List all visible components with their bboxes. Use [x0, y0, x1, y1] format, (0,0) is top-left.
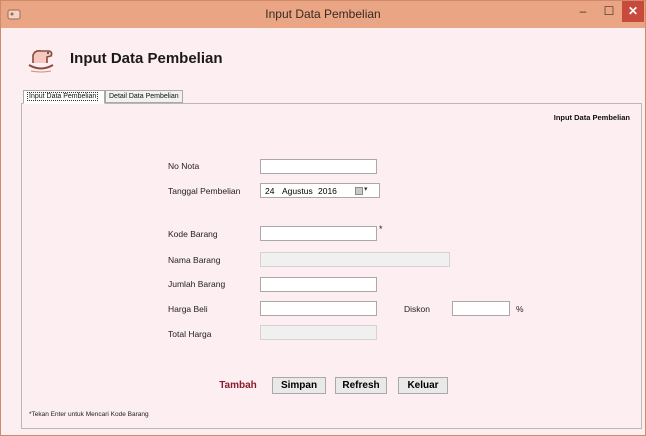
kode-barang-label: Kode Barang	[168, 229, 218, 239]
keluar-button[interactable]: Keluar	[398, 377, 448, 394]
page-title: Input Data Pembelian	[70, 50, 223, 67]
date-day: 24	[265, 186, 275, 196]
no-nota-input[interactable]	[260, 159, 377, 174]
rocking-horse-logo-icon	[23, 45, 59, 75]
simpan-button[interactable]: Simpan	[272, 377, 326, 394]
app-window: Input Data Pembelian – ☐ ✕ Input Data Pe…	[0, 0, 646, 436]
harga-beli-label: Harga Beli	[168, 304, 208, 314]
kode-barang-input[interactable]	[260, 226, 377, 241]
jumlah-barang-input[interactable]	[260, 277, 377, 292]
harga-beli-input[interactable]	[260, 301, 377, 316]
panel-title: Input Data Pembelian	[553, 113, 630, 122]
date-year: 2016	[318, 186, 337, 196]
required-mark: *	[379, 224, 383, 234]
total-harga-label: Total Harga	[168, 329, 212, 339]
tab-panel: Input Data Pembelian No Nota Tanggal Pem…	[21, 103, 642, 429]
maximize-button[interactable]: ☐	[596, 1, 622, 21]
hint-note: *Tekan Enter untuk Mencari Kode Barang	[29, 411, 149, 418]
diskon-percent-unit: %	[516, 304, 524, 314]
total-harga-field	[260, 325, 377, 340]
title-bar[interactable]: Input Data Pembelian – ☐ ✕	[1, 1, 645, 28]
no-nota-label: No Nota	[168, 161, 200, 171]
minimize-button[interactable]: –	[570, 1, 596, 21]
tab-label: Input Data Pembelian	[27, 92, 99, 101]
calendar-icon[interactable]	[355, 187, 363, 195]
date-month: Agustus	[282, 186, 313, 196]
diskon-label: Diskon	[404, 304, 430, 314]
tab-detail-data-pembelian[interactable]: Detail Data Pembelian	[105, 90, 183, 103]
window-title: Input Data Pembelian	[265, 7, 381, 21]
tab-label: Detail Data Pembelian	[109, 93, 179, 100]
refresh-button[interactable]: Refresh	[335, 377, 387, 394]
chevron-down-icon[interactable]: ▾	[364, 185, 368, 193]
tanggal-pembelian-label: Tanggal Pembelian	[168, 186, 241, 196]
nama-barang-label: Nama Barang	[168, 255, 221, 265]
tanggal-pembelian-picker[interactable]: 24 Agustus 2016 ▾	[260, 183, 380, 198]
jumlah-barang-label: Jumlah Barang	[168, 279, 226, 289]
close-button[interactable]: ✕	[622, 1, 644, 22]
form-header: Input Data Pembelian	[2, 28, 644, 86]
nama-barang-field	[260, 252, 450, 267]
diskon-input[interactable]	[452, 301, 510, 316]
tab-input-data-pembelian[interactable]: Input Data Pembelian	[23, 90, 105, 104]
tambah-button[interactable]: Tambah	[211, 377, 265, 394]
